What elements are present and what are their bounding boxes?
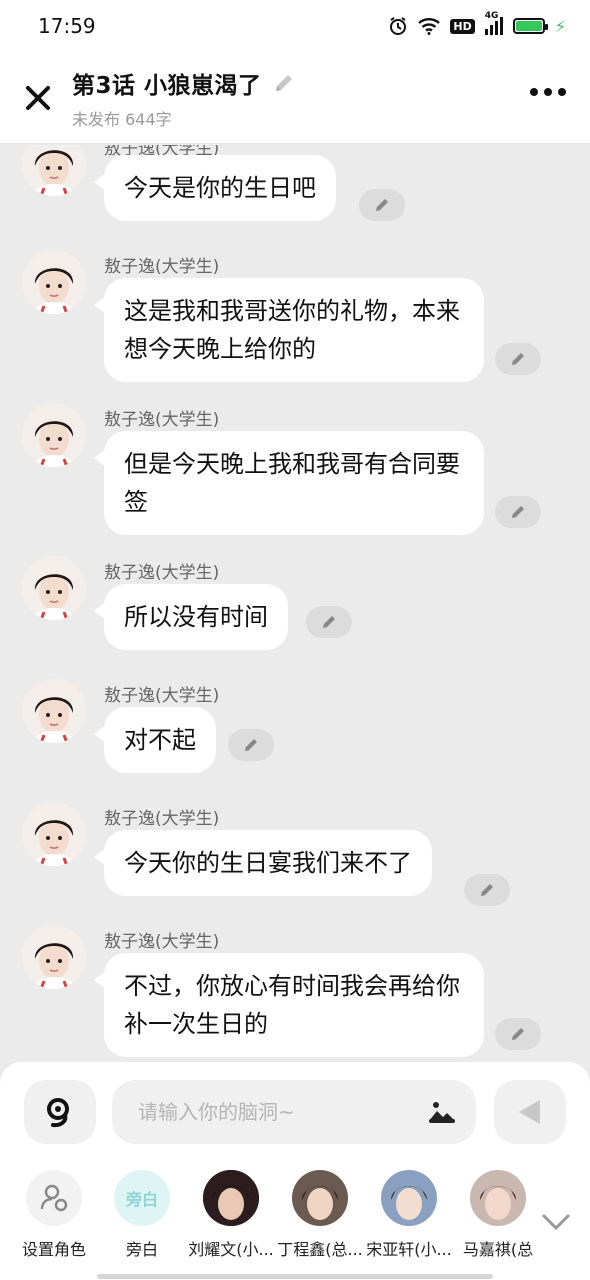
message-input-box[interactable] <box>112 1080 476 1144</box>
edit-message-button[interactable] <box>228 729 274 761</box>
header: 第3话 小狼崽渴了 未发布 644字 <box>0 52 590 144</box>
avatar[interactable] <box>22 403 86 467</box>
avatar <box>203 1170 259 1226</box>
avatar[interactable] <box>22 802 86 866</box>
bottom-panel: 设置角色 旁白 旁白 刘耀文(小... 丁程鑫(总... 宋亚轩(小... <box>0 1062 590 1280</box>
narrator-avatar: 旁白 <box>114 1170 170 1226</box>
avatar <box>381 1170 437 1226</box>
pencil-icon <box>512 506 524 518</box>
close-icon <box>26 85 50 110</box>
edit-message-button[interactable] <box>359 189 405 221</box>
chat-message: 敖子逸(大学生) 但是今天晚上我和我哥有合同要签 <box>0 403 590 553</box>
pencil-icon <box>512 353 524 365</box>
role-ding-chengxin[interactable]: 丁程鑫(总... <box>272 1170 368 1260</box>
edit-message-button[interactable] <box>495 496 541 528</box>
chat-message: 敖子逸(大学生) 这是我和我哥送你的礼物，本来想今天晚上给你的 <box>0 250 590 400</box>
role-song-yaxuan[interactable]: 宋亚轩(小... <box>361 1170 457 1260</box>
wifi-icon <box>418 17 441 35</box>
message-bubble[interactable]: 对不起 <box>94 707 216 773</box>
send-icon <box>519 1100 540 1124</box>
charging-icon: ⚡ <box>554 16 566 36</box>
role-label: 丁程鑫(总... <box>277 1240 363 1259</box>
status-time: 17:59 <box>38 14 96 38</box>
battery-icon <box>512 18 548 34</box>
hd-badge: HD <box>450 18 475 34</box>
voice-button[interactable] <box>24 1080 96 1144</box>
more-icon <box>530 88 538 96</box>
chat-message: 敖子逸(大学生) 对不起 <box>0 679 590 789</box>
home-indicator <box>97 1274 493 1279</box>
avatar[interactable] <box>22 679 86 743</box>
avatar <box>470 1170 526 1226</box>
role-set-character[interactable]: 设置角色 <box>6 1170 102 1260</box>
chat-message: 敖子逸(大学生) 不过，你放心有时间我会再给你补一次生日的 <box>0 925 590 1065</box>
alarm-icon <box>388 16 408 36</box>
episode-title[interactable]: 第3话 小狼崽渴了 <box>72 66 262 100</box>
sender-name: 敖子逸(大学生) <box>104 257 220 277</box>
sender-name: 敖子逸(大学生) <box>104 932 220 952</box>
role-label: 旁白 <box>125 1240 158 1259</box>
chat-message: 敖子逸(大学生) 今天你的生日宴我们来不了 <box>0 802 590 912</box>
chat-area[interactable]: 敖子逸(大学生) 今天是你的生日吧 敖子逸(大学生) 这是我和我哥送你的礼物，本… <box>0 145 590 1065</box>
sender-name: 敖子逸(大学生) <box>104 809 220 829</box>
avatar[interactable] <box>22 925 86 989</box>
send-button[interactable] <box>494 1080 566 1144</box>
pencil-icon <box>512 1028 524 1040</box>
sender-name: 敖子逸(大学生) <box>104 686 220 706</box>
message-bubble[interactable]: 这是我和我哥送你的礼物，本来想今天晚上给你的 <box>94 278 484 382</box>
edit-message-button[interactable] <box>495 343 541 375</box>
role-selector: 设置角色 旁白 旁白 刘耀文(小... 丁程鑫(总... 宋亚轩(小... 马嘉… <box>0 1170 590 1260</box>
chat-message: 敖子逸(大学生) 所以没有时间 <box>0 556 590 666</box>
avatar[interactable] <box>22 556 86 620</box>
avatar[interactable] <box>22 145 86 196</box>
voice-icon <box>47 1098 69 1128</box>
pencil-icon <box>323 616 335 628</box>
message-bubble[interactable]: 不过，你放心有时间我会再给你补一次生日的 <box>94 953 484 1057</box>
status-icons: HD 4G ⚡ <box>388 11 566 36</box>
edit-message-button[interactable] <box>495 1018 541 1050</box>
avatar <box>292 1170 348 1226</box>
edit-message-button[interactable] <box>306 606 352 638</box>
close-button[interactable] <box>18 78 58 118</box>
role-label: 刘耀文(小... <box>188 1240 274 1259</box>
pencil-icon[interactable] <box>272 71 296 95</box>
role-narrator[interactable]: 旁白 旁白 <box>94 1170 190 1260</box>
narrator-badge: 旁白 <box>125 1190 158 1209</box>
role-label: 马嘉祺(总 <box>462 1240 534 1259</box>
episode-subtitle: 未发布 644字 <box>72 109 172 129</box>
image-button[interactable] <box>426 1096 458 1128</box>
more-button[interactable] <box>530 88 566 96</box>
role-label: 设置角色 <box>21 1240 86 1259</box>
chat-message: 敖子逸(大学生) 今天是你的生日吧 <box>0 145 590 222</box>
message-bubble[interactable]: 但是今天晚上我和我哥有合同要签 <box>94 431 484 535</box>
role-liu-yaowen[interactable]: 刘耀文(小... <box>183 1170 279 1260</box>
network-label: 4G <box>484 11 499 21</box>
signal-icon: 4G <box>484 11 503 35</box>
title-block: 第3话 小狼崽渴了 未发布 644字 <box>72 66 296 130</box>
message-bubble[interactable]: 所以没有时间 <box>94 584 288 650</box>
pencil-icon <box>245 739 257 751</box>
message-bubble[interactable]: 今天是你的生日吧 <box>94 155 336 221</box>
avatar[interactable] <box>22 250 86 314</box>
image-icon <box>429 1102 455 1123</box>
role-ma-jiaqi[interactable]: 马嘉祺(总 <box>450 1170 546 1260</box>
edit-message-button[interactable] <box>464 874 510 906</box>
add-role-icon <box>26 1170 82 1226</box>
sender-name: 敖子逸(大学生) <box>104 410 220 430</box>
role-label: 宋亚轩(小... <box>366 1240 452 1259</box>
sender-name: 敖子逸(大学生) <box>104 563 220 583</box>
message-input[interactable] <box>138 1100 426 1124</box>
pencil-icon <box>481 884 493 896</box>
status-bar: 17:59 HD 4G ⚡ <box>0 0 590 52</box>
pencil-icon <box>376 199 388 211</box>
message-bubble[interactable]: 今天你的生日宴我们来不了 <box>94 830 432 896</box>
chevron-down-icon[interactable] <box>540 1210 572 1234</box>
